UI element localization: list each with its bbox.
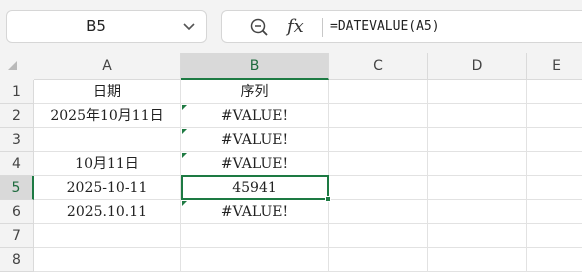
- cell-b1[interactable]: 序列: [181, 80, 329, 104]
- cell-a5[interactable]: 2025-10-11: [34, 176, 181, 200]
- cell-a4[interactable]: 10月11日: [34, 152, 181, 176]
- name-box-value[interactable]: B5: [7, 11, 185, 42]
- cell-value: 序列: [240, 84, 269, 100]
- row-header-1[interactable]: 1: [0, 80, 34, 104]
- cell-d6[interactable]: [428, 200, 527, 224]
- cell-e3[interactable]: [527, 128, 582, 152]
- name-box[interactable]: B5: [6, 10, 207, 43]
- cell-a2[interactable]: 2025年10月11日: [34, 104, 181, 128]
- row-header-4[interactable]: 4: [0, 152, 34, 176]
- row-header-2[interactable]: 2: [0, 104, 34, 128]
- cell-b4[interactable]: #VALUE!: [181, 152, 329, 176]
- cell-value: #VALUE!: [220, 156, 289, 172]
- cell-c3[interactable]: [329, 128, 428, 152]
- cell-b2[interactable]: #VALUE!: [181, 104, 329, 128]
- row-header-5[interactable]: 5: [0, 176, 34, 200]
- cell-d8[interactable]: [428, 248, 527, 272]
- cell-d7[interactable]: [428, 224, 527, 248]
- chevron-down-icon[interactable]: [182, 19, 196, 33]
- column-header-c[interactable]: C: [329, 53, 428, 80]
- select-all-triangle-icon: [8, 61, 17, 70]
- cell-value: 45941: [232, 180, 277, 196]
- cell-value: 日期: [93, 84, 121, 100]
- cell-b8[interactable]: [181, 248, 329, 272]
- select-all-button[interactable]: [0, 53, 34, 80]
- fx-icon[interactable]: fx: [287, 14, 309, 40]
- row-header-8[interactable]: 8: [0, 248, 34, 272]
- cell-value: 2025.10.11: [66, 204, 148, 220]
- cell-a3[interactable]: [34, 128, 181, 152]
- cell-a1[interactable]: 日期: [34, 80, 181, 104]
- error-indicator-icon: [182, 201, 187, 206]
- cell-a8[interactable]: [34, 248, 181, 272]
- cell-b3[interactable]: #VALUE!: [181, 128, 329, 152]
- row-header-6[interactable]: 6: [0, 200, 34, 224]
- fill-handle[interactable]: [325, 196, 331, 202]
- formula-bar-area: B5 fx =DATEVALUE(A5): [0, 0, 582, 53]
- row-header-3[interactable]: 3: [0, 128, 34, 152]
- cell-e7[interactable]: [527, 224, 582, 248]
- cell-c7[interactable]: [329, 224, 428, 248]
- formula-text[interactable]: =DATEVALUE(A5): [330, 11, 440, 42]
- cell-value: 2025-10-11: [66, 180, 148, 196]
- cell-e8[interactable]: [527, 248, 582, 272]
- formula-separator: [322, 18, 323, 37]
- cell-value: #VALUE!: [220, 108, 289, 124]
- cell-b6[interactable]: #VALUE!: [181, 200, 329, 224]
- cell-b5[interactable]: 45941: [181, 176, 329, 200]
- cell-d1[interactable]: [428, 80, 527, 104]
- cell-a6[interactable]: 2025.10.11: [34, 200, 181, 224]
- cell-value: #VALUE!: [220, 204, 289, 220]
- error-indicator-icon: [182, 129, 187, 134]
- cell-c2[interactable]: [329, 104, 428, 128]
- column-header-b[interactable]: B: [181, 53, 329, 80]
- cell-e5[interactable]: [527, 176, 582, 200]
- cell-value: 2025年10月11日: [50, 108, 164, 124]
- cell-c8[interactable]: [329, 248, 428, 272]
- cell-value: 10月11日: [75, 156, 139, 172]
- cell-c5[interactable]: [329, 176, 428, 200]
- error-indicator-icon: [182, 105, 187, 110]
- zoom-icon[interactable]: [249, 17, 269, 37]
- spreadsheet-grid: ABCDE 1 日期 序列 2 2025年10月11日 #VALUE! 3 #VALUE! 4 1…: [0, 53, 582, 272]
- cell-value: #VALUE!: [220, 132, 289, 148]
- cell-b7[interactable]: [181, 224, 329, 248]
- cell-a7[interactable]: [34, 224, 181, 248]
- cell-c1[interactable]: [329, 80, 428, 104]
- cell-e1[interactable]: [527, 80, 582, 104]
- cell-e4[interactable]: [527, 152, 582, 176]
- column-header-e[interactable]: E: [527, 53, 582, 80]
- cell-d5[interactable]: [428, 176, 527, 200]
- column-header-a[interactable]: A: [34, 53, 181, 80]
- cell-e6[interactable]: [527, 200, 582, 224]
- formula-input-box[interactable]: fx =DATEVALUE(A5): [221, 10, 582, 43]
- cell-c6[interactable]: [329, 200, 428, 224]
- cell-d4[interactable]: [428, 152, 527, 176]
- error-indicator-icon: [182, 153, 187, 158]
- column-header-d[interactable]: D: [428, 53, 527, 80]
- cell-d2[interactable]: [428, 104, 527, 128]
- cell-c4[interactable]: [329, 152, 428, 176]
- cell-d3[interactable]: [428, 128, 527, 152]
- row-header-7[interactable]: 7: [0, 224, 34, 248]
- cell-e2[interactable]: [527, 104, 582, 128]
